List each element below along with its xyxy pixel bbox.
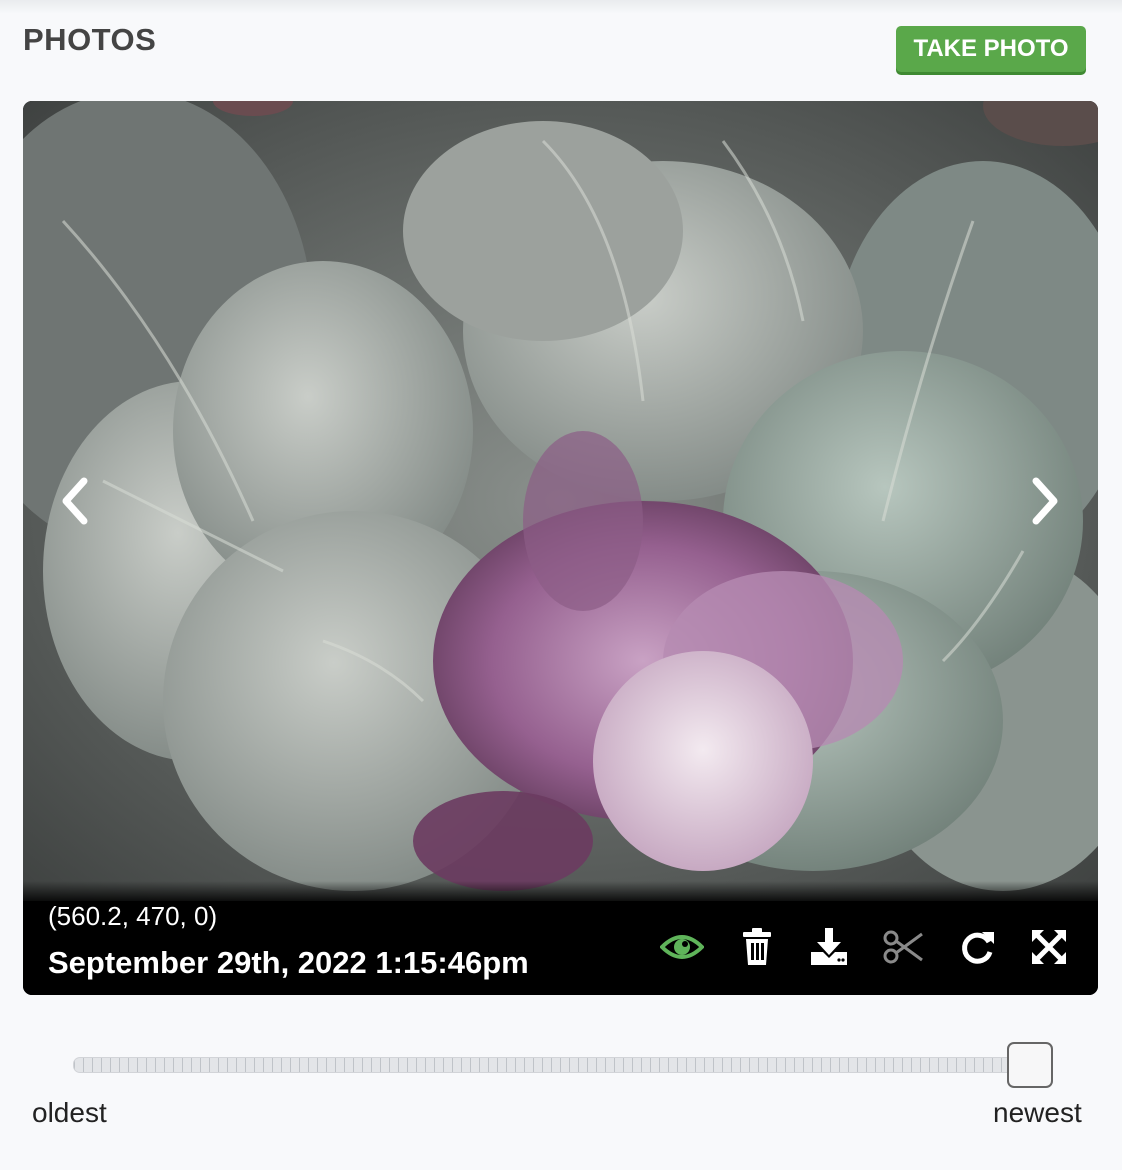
eye-icon bbox=[660, 935, 704, 959]
scissors-icon bbox=[883, 930, 923, 964]
slider-oldest-label: oldest bbox=[32, 1097, 107, 1128]
fullscreen-button[interactable] bbox=[1027, 925, 1071, 969]
top-shadow bbox=[0, 0, 1122, 14]
slider-thumb[interactable] bbox=[1007, 1042, 1053, 1088]
photo-info-bar: (560.2, 470, 0) September 29th, 2022 1:1… bbox=[23, 901, 1098, 995]
refresh-icon bbox=[962, 932, 994, 964]
chevron-right-icon bbox=[1032, 477, 1058, 525]
next-photo-button[interactable] bbox=[1020, 473, 1070, 529]
photo-toolbar bbox=[660, 925, 1080, 969]
photo-viewer: (560.2, 470, 0) September 29th, 2022 1:1… bbox=[23, 101, 1098, 995]
rotate-photo-button[interactable] bbox=[955, 925, 999, 969]
photo-coordinates: (560.2, 470, 0) bbox=[48, 901, 218, 931]
page-title: PHOTOS bbox=[23, 22, 157, 57]
photo-timeline-slider[interactable] bbox=[73, 1040, 1053, 1090]
download-photo-button[interactable] bbox=[807, 925, 851, 969]
crop-photo-button[interactable] bbox=[881, 925, 925, 969]
slider-track[interactable] bbox=[73, 1057, 1030, 1073]
toggle-visibility-button[interactable] bbox=[660, 925, 704, 969]
trash-icon bbox=[743, 928, 771, 965]
previous-photo-button[interactable] bbox=[50, 473, 100, 529]
delete-photo-button[interactable] bbox=[735, 925, 779, 969]
chevron-left-icon bbox=[62, 477, 88, 525]
expand-icon bbox=[1032, 930, 1066, 964]
plant-photo bbox=[23, 101, 1098, 901]
slider-newest-label: newest bbox=[993, 1097, 1082, 1128]
take-photo-button[interactable]: TAKE PHOTO bbox=[896, 26, 1086, 72]
photo-timestamp: September 29th, 2022 1:15:46pm bbox=[48, 945, 529, 980]
download-icon bbox=[811, 928, 847, 965]
